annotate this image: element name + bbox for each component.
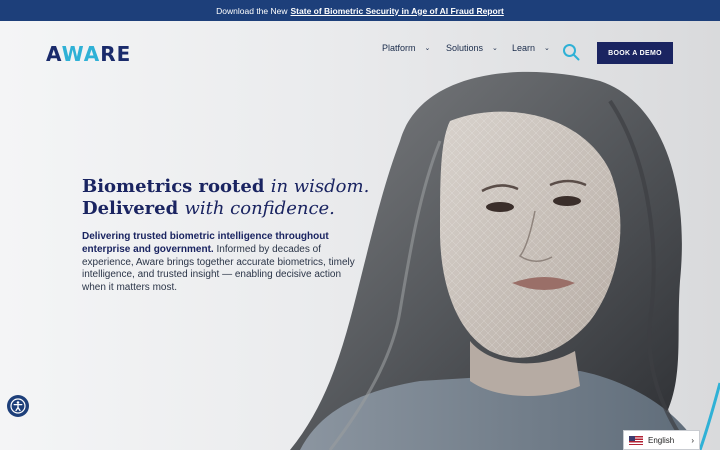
aware-logo[interactable]: AWARE — [46, 42, 131, 66]
us-flag-icon — [629, 435, 643, 445]
chevron-right-icon: › — [691, 435, 694, 445]
language-label: English — [648, 435, 675, 445]
nav-label: Learn — [512, 43, 536, 53]
nav-label: Solutions — [446, 43, 484, 53]
nav-item-learn[interactable]: Learn ⌄ — [512, 43, 550, 53]
promo-report-link[interactable]: State of Biometric Security in Age of AI… — [291, 6, 504, 16]
promo-text: Download the New — [216, 5, 288, 16]
nav-item-solutions[interactable]: Solutions ⌄ — [446, 43, 498, 53]
nav-item-platform[interactable]: Platform ⌄ — [382, 43, 430, 53]
accessibility-button[interactable] — [7, 395, 29, 417]
promo-banner: Download the New State of Biometric Secu… — [0, 0, 720, 21]
language-selector[interactable]: English › — [623, 430, 700, 450]
nav-label: Platform — [382, 43, 416, 53]
search-icon[interactable] — [562, 43, 580, 61]
chevron-down-icon: ⌄ — [424, 45, 431, 52]
accessibility-icon — [10, 398, 26, 414]
hero-headline: Biometrics rooted in wisdom. Delivered w… — [82, 176, 370, 219]
chevron-down-icon: ⌄ — [544, 45, 550, 52]
chevron-down-icon: ⌄ — [492, 45, 498, 52]
hero-description: Delivering trusted biometric intelligenc… — [82, 231, 355, 294]
book-demo-button[interactable]: BOOK A DEMO — [597, 42, 673, 64]
